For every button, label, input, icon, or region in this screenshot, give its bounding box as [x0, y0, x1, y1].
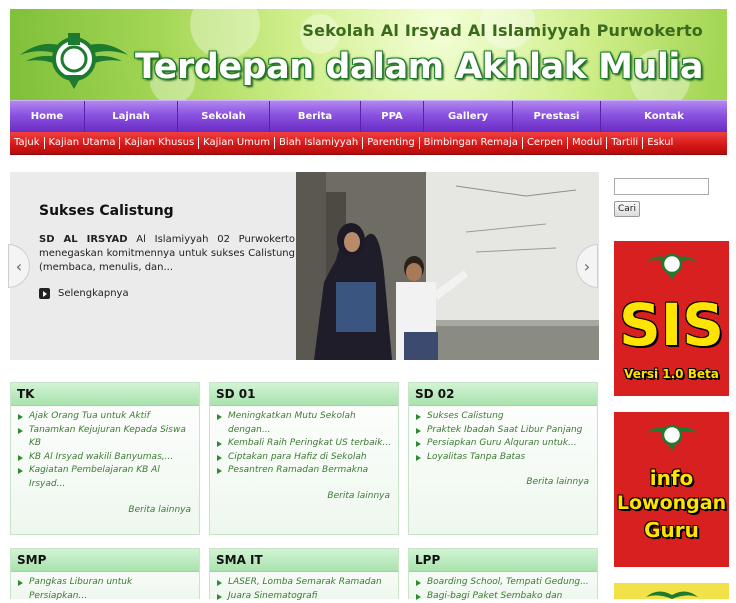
slide-photo	[296, 172, 599, 360]
info-lowongan-banner[interactable]: info Lowongan Guru	[614, 412, 729, 567]
list-item[interactable]: Juara Sinematografi	[216, 590, 392, 603]
subnav-biah-islamiyyah[interactable]: Biah Islamiyyah	[275, 137, 363, 149]
list-item[interactable]: Loyalitas Tanpa Batas	[415, 451, 591, 465]
box-sd-01: SD 01 Meningkatkan Mutu Sekolah dengan..…	[209, 382, 399, 535]
box-sd-02: SD 02 Sukses Calistung Praktek Ibadah Sa…	[408, 382, 598, 535]
box-title: LPP	[409, 549, 597, 572]
nav-sekolah[interactable]: Sekolah	[178, 101, 270, 132]
box-title: SMA IT	[210, 549, 398, 572]
al-irsyad-logo-icon	[644, 245, 700, 281]
nav-home[interactable]: Home	[10, 101, 85, 132]
featured-slider: Sukses Calistung SD AL IRSYAD Al Islamiy…	[10, 172, 599, 360]
subnav-tajuk[interactable]: Tajuk	[10, 137, 45, 149]
list-item[interactable]: Persiapkan Guru Alquran untuk...	[415, 437, 591, 451]
sis-title: SIS	[614, 293, 729, 357]
more-news-link[interactable]: Berita lainnya	[327, 491, 390, 501]
sub-nav: Tajuk Kajian Utama Kajian Khusus Kajian …	[10, 132, 727, 155]
nav-ppa[interactable]: PPA	[361, 101, 424, 132]
slide-title[interactable]: Sukses Calistung	[39, 203, 174, 219]
nav-kontak[interactable]: Kontak	[601, 101, 727, 132]
school-name: Sekolah Al Irsyad Al Islamiyyah Purwoker…	[302, 21, 703, 40]
nav-lajnah[interactable]: Lajnah	[85, 101, 178, 132]
sis-version: Versi 1.0 Beta	[614, 367, 729, 381]
al-irsyad-logo-icon[interactable]	[16, 21, 132, 93]
info-line2: Lowongan	[614, 492, 729, 514]
slide-excerpt: SD AL IRSYAD Al Islamiyyah 02 Purwokerto…	[39, 233, 295, 275]
subnav-tartili[interactable]: Tartili	[607, 137, 643, 149]
read-more-link[interactable]: Selengkapnya	[39, 288, 129, 299]
header-banner: Sekolah Al Irsyad Al Islamiyyah Purwoker…	[10, 9, 727, 100]
box-title: SD 02	[409, 383, 597, 406]
tagline: Terdepan dalam Akhlak Mulia	[135, 47, 703, 87]
list-item[interactable]: Kembali Raih Peringkat US terbaik...	[216, 437, 392, 451]
nav-berita[interactable]: Berita	[270, 101, 361, 132]
list-item[interactable]: Sukses Calistung	[415, 410, 591, 424]
subnav-modul[interactable]: Modul	[568, 137, 607, 149]
box-title: TK	[11, 383, 199, 406]
list-item[interactable]: Meningkatkan Mutu Sekolah dengan...	[216, 410, 392, 437]
al-irsyad-logo-icon	[644, 416, 700, 452]
info-line1: info	[614, 466, 729, 490]
box-lpp: LPP Boarding School, Tempati Gedung... B…	[408, 548, 598, 599]
box-sma-it: SMA IT LASER, Lomba Semarak Ramadan Juar…	[209, 548, 399, 599]
list-item[interactable]: Ciptakan para Hafiz di Sekolah	[216, 451, 392, 465]
search-input[interactable]	[614, 178, 709, 195]
list-item[interactable]: Ajak Orang Tua untuk Aktif	[17, 410, 193, 424]
play-icon	[39, 288, 50, 299]
main-nav: Home Lajnah Sekolah Berita PPA Gallery P…	[10, 100, 727, 132]
subnav-cerpen[interactable]: Cerpen	[523, 137, 568, 149]
chevron-left-icon[interactable]: ‹	[8, 244, 30, 288]
list-item[interactable]: Praktek Ibadah Saat Libur Panjang	[415, 424, 591, 438]
list-item[interactable]: Tanamkan Kejujuran Kepada Siswa KB	[17, 424, 193, 451]
box-title: SMP	[11, 549, 199, 572]
more-news-link[interactable]: Berita lainnya	[128, 505, 191, 515]
box-title: SD 01	[210, 383, 398, 406]
list-item[interactable]: LASER, Lomba Semarak Ramadan	[216, 576, 392, 590]
list-item[interactable]: Boarding School, Tempati Gedung...	[415, 576, 591, 590]
list-item[interactable]: Kagiatan Pembelajaran KB Al Irsyad...	[17, 464, 193, 491]
subnav-bimbingan-remaja[interactable]: Bimbingan Remaja	[420, 137, 523, 149]
search-button[interactable]: Cari	[614, 201, 640, 217]
slide-excerpt-bold: SD AL IRSYAD	[39, 234, 128, 245]
subnav-kajian-utama[interactable]: Kajian Utama	[45, 137, 121, 149]
nav-prestasi[interactable]: Prestasi	[513, 101, 601, 132]
subnav-kajian-umum[interactable]: Kajian Umum	[199, 137, 275, 149]
box-tk: TK Ajak Orang Tua untuk Aktif Tanamkan K…	[10, 382, 200, 535]
subnav-parenting[interactable]: Parenting	[363, 137, 419, 149]
list-item[interactable]: Pesantren Ramadan Bermakna	[216, 464, 392, 478]
info-line3: Guru	[614, 518, 729, 542]
list-item[interactable]: KB Al Irsyad wakili Banyumas,...	[17, 451, 193, 465]
read-more-label: Selengkapnya	[58, 288, 129, 299]
box-smp: SMP Pangkas Liburan untuk Persiapkan...	[10, 548, 200, 599]
list-item[interactable]: Bagi-bagi Paket Sembako dan	[415, 590, 591, 603]
al-irsyad-logo-icon	[644, 585, 700, 599]
subnav-eskul[interactable]: Eskul	[643, 137, 677, 149]
more-news-link[interactable]: Berita lainnya	[526, 477, 589, 487]
sidebar-banner-3[interactable]	[614, 583, 729, 599]
subnav-kajian-khusus[interactable]: Kajian Khusus	[120, 137, 199, 149]
nav-gallery[interactable]: Gallery	[424, 101, 513, 132]
sis-banner[interactable]: SIS Versi 1.0 Beta	[614, 241, 729, 396]
